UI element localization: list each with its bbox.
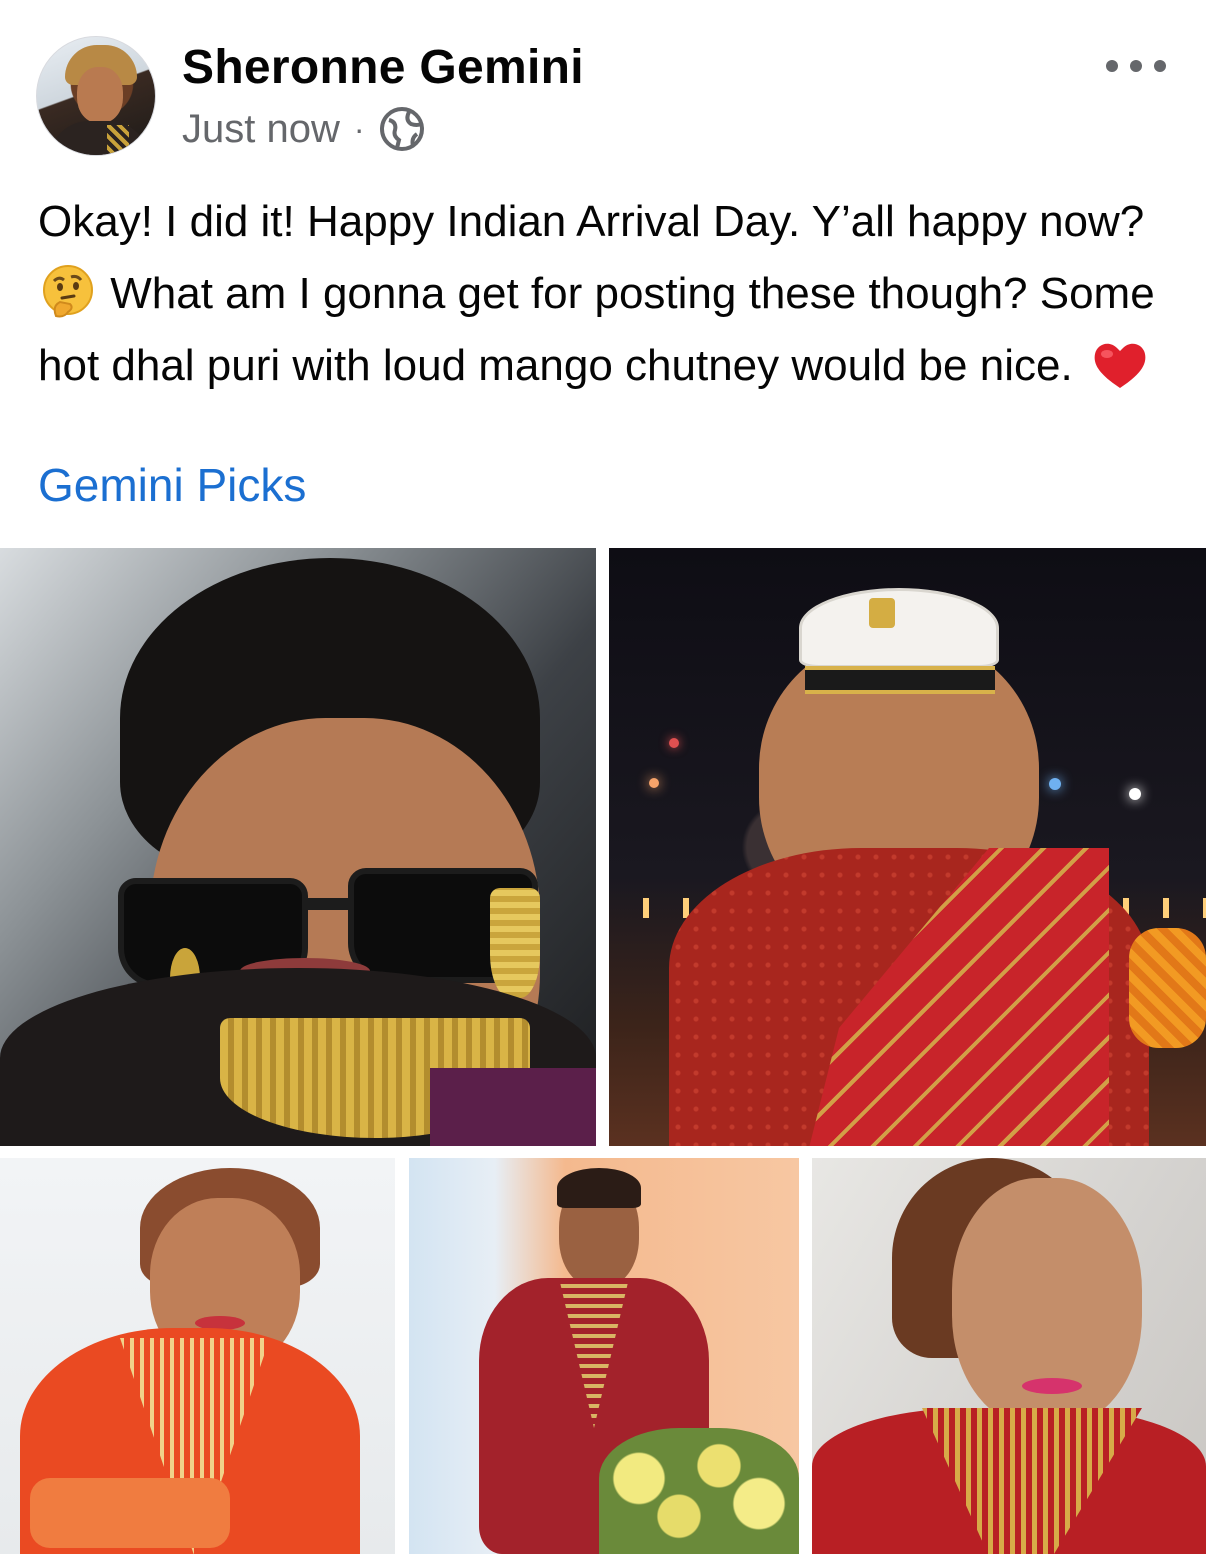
post-photo-2[interactable] — [609, 548, 1206, 1146]
post-meta: Just now · — [182, 104, 425, 154]
post-timestamp[interactable]: Just now — [182, 107, 340, 152]
post-photo-1[interactable] — [0, 548, 596, 1146]
red-heart-icon — [1094, 343, 1146, 388]
page-link-gemini-picks[interactable]: Gemini Picks — [38, 458, 306, 512]
author-name[interactable]: Sheronne Gemini — [182, 40, 584, 95]
post-text-part1: Okay! I did it! Happy Indian Arrival Day… — [38, 197, 1145, 246]
more-options-icon[interactable] — [1106, 52, 1166, 80]
thinking-face-icon — [43, 265, 93, 318]
author-avatar[interactable] — [36, 36, 156, 156]
feed-post: Sheronne Gemini Just now · Okay! I did i… — [0, 0, 1206, 1554]
post-body: Okay! I did it! Happy Indian Arrival Day… — [38, 186, 1168, 402]
post-photo-5[interactable] — [812, 1158, 1206, 1554]
post-photo-4[interactable] — [409, 1158, 799, 1554]
meta-separator: · — [353, 110, 365, 147]
globe-icon[interactable] — [379, 106, 425, 152]
post-text-part2: What am I gonna get for posting these th… — [38, 269, 1155, 390]
post-photo-3[interactable] — [0, 1158, 395, 1554]
